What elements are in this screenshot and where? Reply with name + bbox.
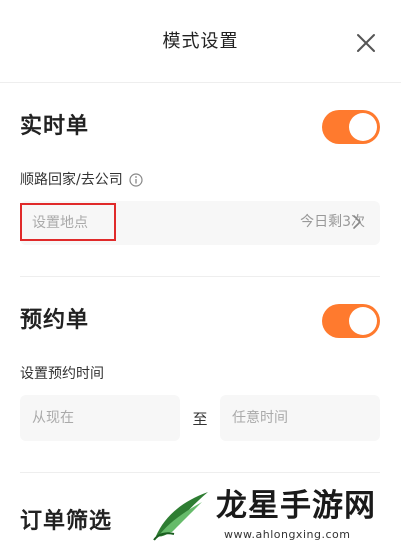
chevron-right-icon[interactable]	[352, 214, 362, 230]
reservation-time-label: 设置预约时间	[20, 365, 104, 383]
to-time-input[interactable]: 任意时间	[220, 395, 380, 441]
toggle-knob	[349, 307, 377, 335]
header-divider	[0, 82, 401, 83]
watermark-title: 龙星手游网	[216, 488, 376, 524]
modal-header: 模式设置	[0, 0, 401, 82]
from-time-input[interactable]: 从现在	[20, 395, 180, 441]
info-icon[interactable]	[129, 173, 143, 187]
page-title: 模式设置	[162, 31, 239, 52]
watermark: 龙星手游网 www.ahlongxing.com	[150, 486, 400, 546]
to-time-placeholder: 任意时间	[232, 410, 288, 426]
reservation-time-label-text: 设置预约时间	[20, 366, 104, 382]
close-button[interactable]	[352, 29, 380, 57]
route-label: 顺路回家/去公司	[20, 171, 143, 189]
to-separator: 至	[192, 410, 208, 428]
section-divider	[20, 276, 380, 277]
reservation-title: 预约单	[20, 308, 90, 333]
location-highlight-box	[20, 203, 116, 241]
reservation-toggle[interactable]	[322, 304, 380, 338]
watermark-url: www.ahlongxing.com	[224, 528, 351, 541]
filter-title: 订单筛选	[20, 509, 113, 534]
realtime-toggle[interactable]	[322, 110, 380, 144]
close-icon	[357, 34, 375, 52]
from-time-placeholder: 从现在	[32, 410, 74, 426]
toggle-knob	[349, 113, 377, 141]
route-label-text: 顺路回家/去公司	[20, 172, 123, 188]
realtime-title: 实时单	[20, 114, 90, 139]
section-divider	[20, 472, 380, 473]
watermark-logo	[153, 492, 208, 541]
